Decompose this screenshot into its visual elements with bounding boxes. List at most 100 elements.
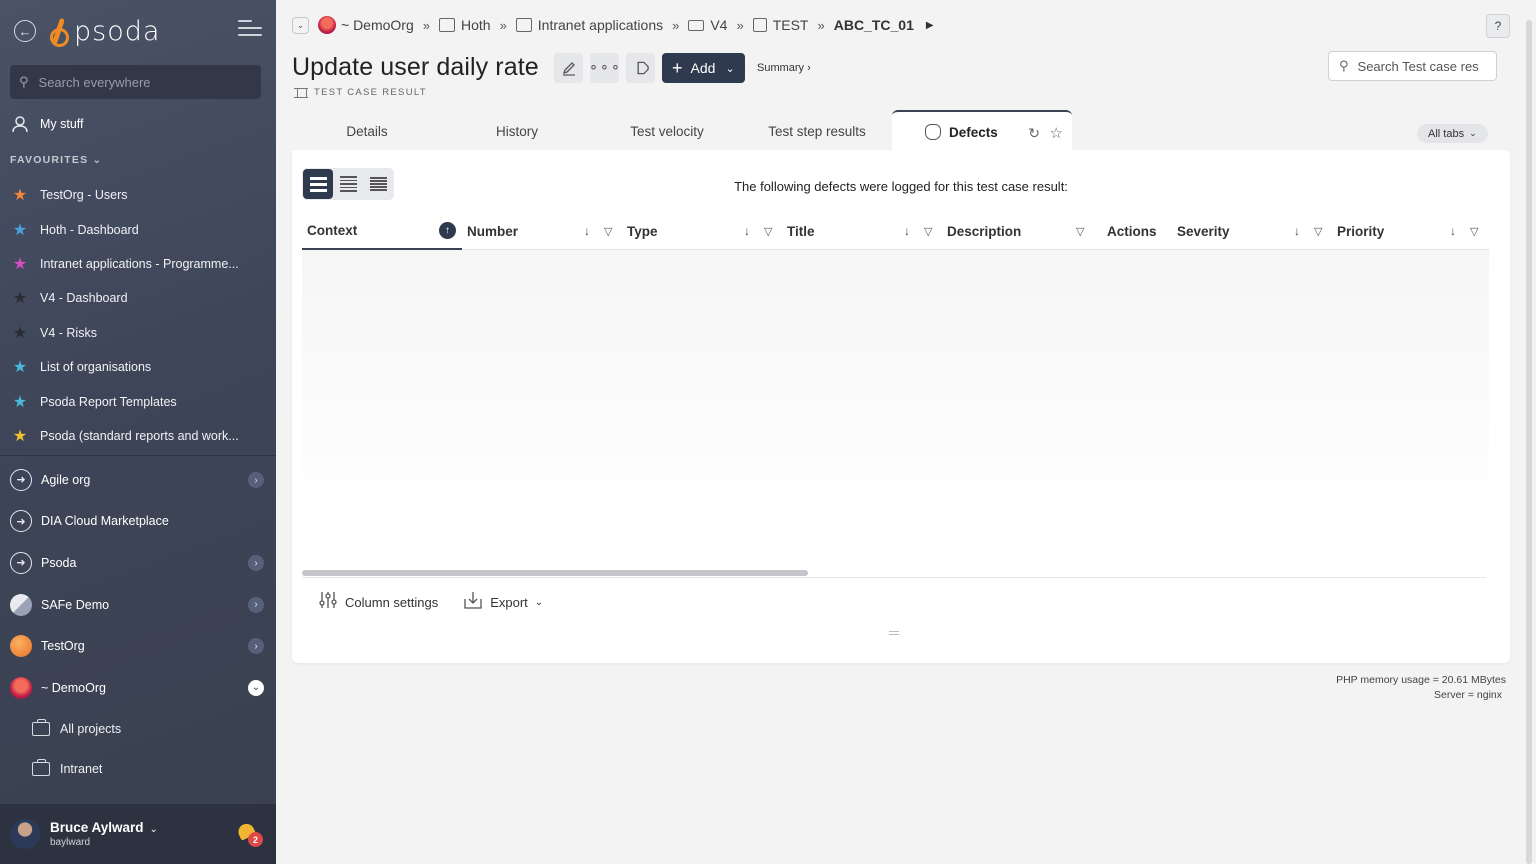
breadcrumb: ⌄ ~ DemoOrg » Hoth » Intranet applicatio… [292, 14, 934, 36]
horizontal-scrollbar[interactable] [302, 570, 808, 576]
chevron-down-icon[interactable]: ⌄ [248, 679, 264, 696]
search-icon: ⚲ [19, 74, 29, 89]
page-scrollbar[interactable] [1526, 20, 1532, 864]
tag-icon[interactable] [626, 53, 655, 83]
panel-message: The following defects were logged for th… [734, 179, 1068, 194]
column-title[interactable]: Title ↓ ▽ [782, 212, 942, 250]
filter-icon[interactable]: ▽ [1076, 225, 1084, 238]
star-icon: ★ [12, 393, 28, 411]
column-number[interactable]: Number ↓ ▽ [462, 212, 622, 250]
back-icon[interactable]: ← [14, 20, 36, 42]
favourite-item[interactable]: ★ List of organisations [10, 350, 266, 384]
avatar[interactable] [10, 819, 40, 849]
filter-icon[interactable]: ▽ [924, 225, 932, 238]
favourite-item[interactable]: ★ Psoda Report Templates [10, 384, 266, 418]
collapse-sidebar-icon[interactable] [238, 20, 264, 42]
sort-icon[interactable]: ↓ [584, 224, 590, 238]
edit-icon[interactable] [554, 53, 583, 83]
org-logo-icon: ➜ [10, 551, 32, 574]
sort-icon[interactable]: ↓ [1450, 224, 1456, 238]
favourite-item[interactable]: ★ Psoda (standard reports and work... [10, 419, 266, 453]
sort-icon[interactable]: ↓ [904, 224, 910, 238]
chevron-right-icon[interactable]: › [248, 555, 264, 572]
breadcrumb-item-hoth[interactable]: Hoth [461, 17, 491, 33]
plus-icon: + [672, 57, 683, 78]
sub-item-all-projects[interactable]: All projects [0, 709, 276, 749]
chevron-right-icon[interactable]: › [248, 596, 264, 613]
breadcrumb-item-demoorg[interactable]: ~ DemoOrg [341, 17, 414, 33]
user-bar[interactable]: Bruce Aylward ⌄ baylward 2 [0, 804, 276, 864]
tab-test-step-results[interactable]: Test step results [742, 110, 892, 152]
sidebar: ← psoda ⚲ My stuff FAVOURITES ⌄ ★TestOrg… [0, 0, 276, 864]
export-icon [464, 591, 482, 614]
chevron-down-icon: ⌄ [534, 597, 544, 608]
chevron-right-icon[interactable]: › [248, 472, 264, 488]
sort-icon[interactable]: ↓ [744, 224, 750, 238]
chevron-down-icon[interactable]: ⌄ [292, 16, 309, 34]
my-stuff-link[interactable]: My stuff [10, 114, 84, 134]
column-type[interactable]: Type ↓ ▽ [622, 212, 782, 250]
org-item-demoorg[interactable]: ~ DemoOrg ⌄ [0, 667, 276, 709]
favourite-item[interactable]: ★ V4 - Risks [10, 316, 266, 350]
tab-defects[interactable]: Defects ↻ ☆ [892, 110, 1072, 152]
more-options-icon[interactable]: ⚬⚬⚬ [588, 53, 621, 83]
add-button[interactable]: + Add ⌄ [662, 53, 745, 83]
user-info[interactable]: Bruce Aylward ⌄ baylward [50, 820, 158, 848]
column-priority[interactable]: Priority ↓ ▽ [1332, 212, 1489, 250]
resize-grip-icon[interactable] [889, 631, 899, 637]
all-tabs-button[interactable]: All tabs ⌄ [1417, 124, 1488, 143]
chevron-right-icon[interactable]: › [248, 638, 264, 655]
favourites-heading[interactable]: FAVOURITES ⌄ [10, 154, 102, 166]
export-button[interactable]: Export ⌄ [464, 591, 543, 614]
main-content: ⌄ ~ DemoOrg » Hoth » Intranet applicatio… [276, 0, 1536, 864]
test-case-search[interactable]: ⚲ [1328, 51, 1497, 81]
refresh-icon[interactable]: ↻ [1028, 125, 1040, 142]
breadcrumb-item-v4[interactable]: V4 [710, 17, 727, 33]
column-description[interactable]: Description ▽ [942, 212, 1102, 250]
favourite-item[interactable]: ★ Hoth - Dashboard [10, 212, 266, 246]
org-item-testorg[interactable]: TestOrg › [0, 625, 276, 667]
notifications-bell-icon[interactable]: 2 [235, 821, 263, 847]
help-button[interactable]: ? [1486, 14, 1510, 38]
breadcrumb-item-test[interactable]: TEST [773, 17, 809, 33]
org-item-psoda[interactable]: ➜ Psoda › [0, 542, 276, 584]
sliders-icon [319, 591, 337, 614]
column-severity[interactable]: Severity ↓ ▽ [1172, 212, 1332, 250]
org-item-safe-demo[interactable]: SAFe Demo › [0, 584, 276, 626]
org-item-dia-cloud-marketplace[interactable]: ➜ DIA Cloud Marketplace [0, 501, 276, 543]
favourite-star-icon[interactable]: ☆ [1050, 124, 1063, 142]
column-context[interactable]: Context ↑ [302, 212, 462, 250]
user-name: Bruce Aylward [50, 820, 144, 835]
star-icon: ★ [12, 427, 28, 445]
tab-history[interactable]: History [442, 110, 592, 152]
test-case-search-input[interactable] [1357, 58, 1488, 74]
filter-icon[interactable]: ▽ [604, 225, 612, 238]
sort-icon[interactable]: ↓ [1294, 224, 1300, 238]
star-icon: ★ [12, 290, 28, 308]
breadcrumb-current: ABC_TC_01 [833, 17, 914, 33]
column-actions[interactable]: Actions [1102, 212, 1172, 250]
summary-link[interactable]: Summary › [757, 62, 811, 74]
favourite-item[interactable]: ★ TestOrg - Users [10, 178, 266, 212]
column-settings-button[interactable]: Column settings [319, 591, 438, 614]
favourite-item[interactable]: ★ Intranet applications - Programme... [10, 247, 266, 281]
sort-ascending-icon[interactable]: ↑ [439, 222, 456, 239]
test-icon [752, 18, 767, 32]
memory-usage: PHP memory usage = 20.61 MBytes [1336, 674, 1506, 686]
filter-icon[interactable]: ▽ [1314, 225, 1322, 238]
filter-icon[interactable]: ▽ [1470, 225, 1478, 238]
favourite-item[interactable]: ★ V4 - Dashboard [10, 281, 266, 315]
star-icon: ★ [12, 324, 28, 342]
global-search-input[interactable] [38, 74, 239, 90]
global-search[interactable]: ⚲ [10, 65, 261, 99]
breadcrumb-item-intranet-applications[interactable]: Intranet applications [538, 17, 663, 33]
server-info: Server = nginx [1434, 689, 1502, 701]
tab-details[interactable]: Details [292, 110, 442, 152]
play-icon[interactable]: ▶ [926, 20, 934, 31]
psoda-logo[interactable]: psoda [50, 14, 160, 48]
org-item-agile-org[interactable]: ➜ Agile org › [0, 459, 276, 501]
tab-test-velocity[interactable]: Test velocity [592, 110, 742, 152]
star-icon: ★ [12, 187, 28, 205]
filter-icon[interactable]: ▽ [764, 225, 772, 238]
sub-item-intranet[interactable]: Intranet [0, 749, 276, 789]
